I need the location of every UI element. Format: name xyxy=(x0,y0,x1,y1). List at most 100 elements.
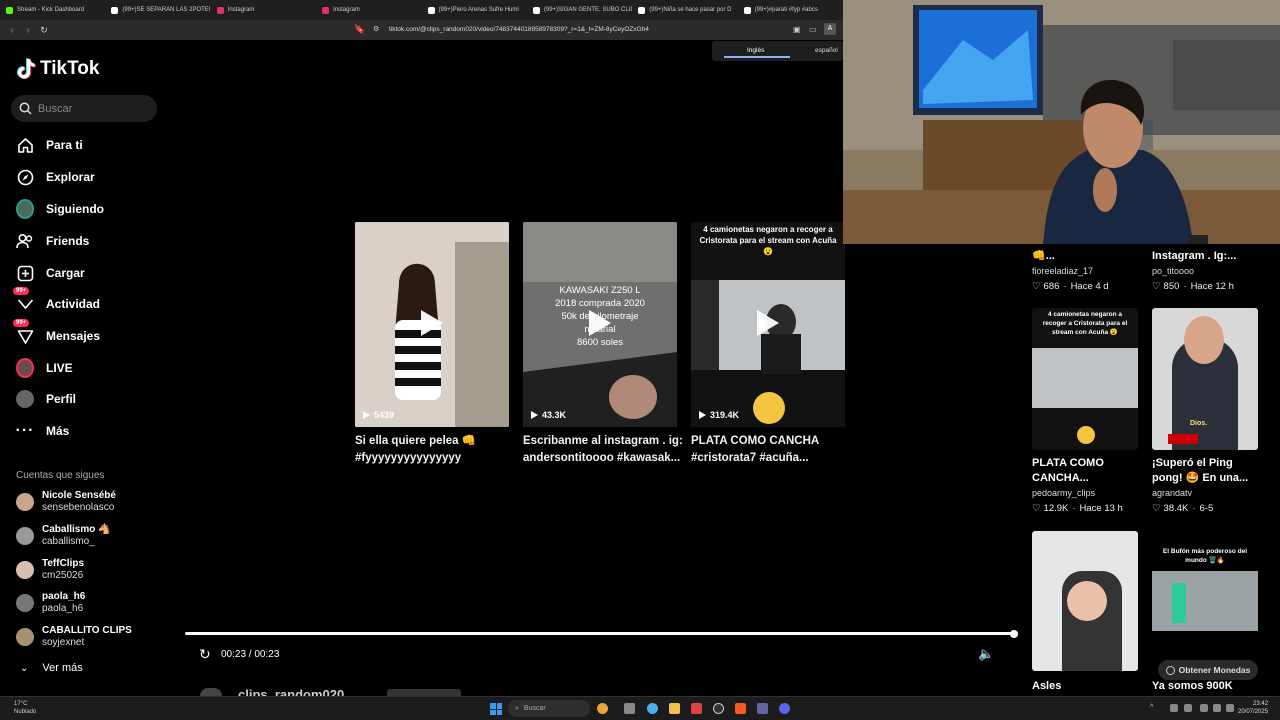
tab-label: (99+)Niña se hace pasar por D xyxy=(649,7,732,13)
video-caption[interactable]: Escribanme al instagram . ig: andersonti… xyxy=(523,433,683,467)
taskbar-clock[interactable]: 23:42 20/07/2025 xyxy=(1238,700,1268,716)
recommended-thumbnail[interactable]: El Bufón más poderoso del mundo 🗑️🔥 xyxy=(1152,531,1258,651)
sidebar-item-para-ti[interactable]: Para ti xyxy=(16,136,83,154)
back-icon[interactable]: ‹ xyxy=(4,25,20,36)
recommended-meta[interactable]: Ya somos 900K xyxy=(1152,679,1262,694)
sidebar-item-perfil[interactable]: Perfil xyxy=(16,390,76,408)
heart-icon: ♡ xyxy=(1152,281,1161,292)
following-account[interactable]: CABALLITO CLIPS soyjexnet xyxy=(16,625,132,649)
browser-tab[interactable]: (99+)#parati #fyp #abcs xyxy=(738,0,843,20)
recommended-meta[interactable]: Instagram . Ig:... po_titoooo ♡ 850 · Hace 12… xyxy=(1152,249,1262,294)
copilot-icon[interactable] xyxy=(647,703,658,714)
browser-tab[interactable]: (99+)Niña se hace pasar por D xyxy=(632,0,737,20)
video-overlay-text: 4 camionetas negaron a recoger a Cristor… xyxy=(699,225,837,256)
recommended-thumbnail[interactable] xyxy=(1032,531,1138,671)
video-caption[interactable]: PLATA COMO CANCHA #cristorata7 #acuña... xyxy=(691,433,851,467)
view-count: 43.3K xyxy=(531,410,566,420)
sidebar-item-siguiendo[interactable]: Siguiendo xyxy=(16,199,104,219)
site-settings-icon[interactable]: ⚙ xyxy=(373,25,379,33)
widgets-icon[interactable] xyxy=(597,703,608,714)
video-card[interactable]: 5439 xyxy=(355,222,509,427)
sidebar-item-mensajes[interactable]: 99+ Mensajes xyxy=(13,319,100,345)
sidebar-item-live[interactable]: LIVE xyxy=(16,358,73,378)
extensions-icon[interactable]: ▣ xyxy=(793,25,801,34)
sidebar-item-actividad[interactable]: 99+ Actividad xyxy=(13,287,100,313)
tray-app-icon[interactable] xyxy=(1170,704,1178,712)
app-icon-red[interactable] xyxy=(691,703,702,714)
sidebar-item-friends[interactable]: Friends xyxy=(16,232,89,250)
account-name: Caballismo 🐴 xyxy=(42,524,111,535)
recommended-stats: ♡ 850 · Hace 12 h xyxy=(1152,279,1262,294)
following-account[interactable]: Nicole Sensébé sensebenolasco xyxy=(16,490,116,514)
following-account[interactable]: Caballismo 🐴 caballismo_ xyxy=(16,524,111,548)
volume-icon[interactable]: 🔈 xyxy=(978,646,994,662)
tab-label: (99+)SE SEPARAN LAS 2POTE!! xyxy=(122,7,211,13)
url-field[interactable]: tiktok.com/@clips_random020/video/748374… xyxy=(389,26,649,33)
browser-tab[interactable]: Stream - Kick Dashboard xyxy=(0,0,105,20)
sidebar-item-explorar[interactable]: Explorar xyxy=(16,168,95,186)
translate-lang-target[interactable]: español xyxy=(815,47,838,54)
like-count: 686 xyxy=(1043,281,1060,292)
task-view-icon[interactable] xyxy=(624,703,635,714)
like-count: 850 xyxy=(1163,281,1180,292)
recommended-meta[interactable]: Asles xyxy=(1032,679,1142,694)
tab-favicon-icon xyxy=(638,6,646,14)
windows-start-icon[interactable] xyxy=(490,703,502,715)
account-text: Caballismo 🐴 caballismo_ xyxy=(42,524,111,548)
translate-lang-source[interactable]: Inglés xyxy=(747,47,764,54)
weather-widget[interactable]: 17°C Nublado xyxy=(14,700,36,716)
wifi-icon[interactable] xyxy=(1200,704,1208,712)
volume-tray-icon[interactable] xyxy=(1213,704,1221,712)
brave-icon[interactable] xyxy=(735,703,746,714)
replay-icon[interactable]: ↻ xyxy=(199,646,211,663)
obs-icon[interactable] xyxy=(713,703,724,714)
battery-icon[interactable] xyxy=(1226,704,1234,712)
recommended-thumbnail[interactable]: Dios. xyxy=(1152,308,1258,450)
following-avatar-icon xyxy=(16,199,34,219)
teams-icon[interactable] xyxy=(757,703,768,714)
get-coins-button[interactable]: Obtener Monedas xyxy=(1158,660,1258,680)
file-explorer-icon[interactable] xyxy=(669,703,680,714)
video-progress-bar[interactable] xyxy=(185,629,1018,638)
chevron-down-icon: ⌄ xyxy=(20,662,29,674)
video-card[interactable]: 4 camionetas negaron a recoger a Cristor… xyxy=(691,222,845,427)
bookmark-icon[interactable]: 🔖 xyxy=(354,24,365,35)
reload-icon[interactable]: ↻ xyxy=(36,25,52,36)
sidebar-item-cargar[interactable]: Cargar xyxy=(16,264,85,282)
account-handle: sensebenolasco xyxy=(42,502,115,513)
recommended-thumbnail[interactable]: 4 camionetas negaron a recoger a Cristor… xyxy=(1032,308,1138,450)
sidebar-item-label: Más xyxy=(46,424,70,438)
following-account[interactable]: paola_h6 paola_h6 xyxy=(16,591,85,615)
recommended-meta[interactable]: ¡Superó el Ping pong! 🤩 En una... agranda… xyxy=(1152,456,1262,516)
browser-tab[interactable]: (99+)Piero Arenas Sufre Humi xyxy=(422,0,527,20)
sidebar-item-label: Perfil xyxy=(46,392,77,406)
follow-button[interactable] xyxy=(387,689,461,696)
taskbar-search[interactable]: ⌕ Buscar xyxy=(508,700,590,717)
tray-chevron-icon[interactable]: ^ xyxy=(1150,704,1158,712)
recommended-title: ¡Superó el Ping pong! 🤩 En una... xyxy=(1152,457,1249,484)
recommended-meta[interactable]: 👊... fioreeladiaz_17 ♡ 686 · Hace 4 d xyxy=(1032,249,1142,294)
following-account[interactable]: TeffClips cm25026 xyxy=(16,558,84,582)
recommended-meta[interactable]: PLATA COMO CANCHA... pedoarmy_clips ♡ 12.9K… xyxy=(1032,456,1142,516)
sidebar-item-label: Para ti xyxy=(46,138,83,152)
progress-knob[interactable] xyxy=(1010,629,1018,638)
browser-tab[interactable]: (99+)SE SEPARAN LAS 2POTE!! xyxy=(105,0,211,20)
see-more-button[interactable]: ⌄ Ver más xyxy=(20,662,83,674)
tiktok-logo[interactable]: TikTok xyxy=(16,58,99,80)
author-avatar[interactable] xyxy=(200,688,222,696)
view-count-value: 319.4K xyxy=(710,410,740,420)
search-input[interactable]: Buscar xyxy=(11,95,157,122)
sidebar-item-label: LIVE xyxy=(46,361,73,375)
discord-icon[interactable] xyxy=(779,703,790,714)
sidebar-item-m-s[interactable]: ··· Más xyxy=(16,422,70,440)
browser-tab[interactable]: (99+)SIGAN GENTE, SUBO CLIP xyxy=(527,0,632,20)
video-caption[interactable]: Si ella quiere pelea 👊 #fyyyyyyyyyyyyyyy xyxy=(355,433,515,467)
tray-app-icon[interactable] xyxy=(1184,704,1192,712)
view-count-value: 5439 xyxy=(374,410,395,420)
translate-icon[interactable]: A xyxy=(824,23,836,35)
browser-tab[interactable]: Instagram xyxy=(316,0,421,20)
video-card[interactable]: KAWASAKI Z250 L 2018 comprada 2020 50k d… xyxy=(523,222,677,427)
cast-icon[interactable]: ▭ xyxy=(809,25,817,34)
browser-tab[interactable]: Instagram xyxy=(211,0,316,20)
forward-icon[interactable]: › xyxy=(20,25,36,36)
